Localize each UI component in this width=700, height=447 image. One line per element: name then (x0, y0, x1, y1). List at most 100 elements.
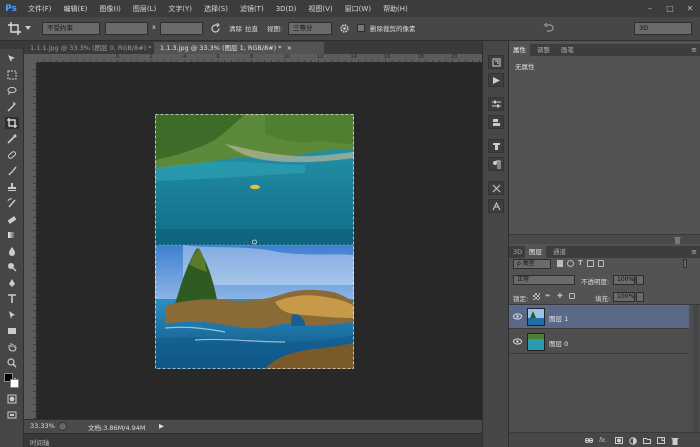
align-panel-icon[interactable] (488, 115, 504, 129)
eyedropper-tool-icon[interactable] (5, 133, 19, 145)
tab-document-2[interactable]: 1.1.3.jpg @ 33.3% (图层 1, RGB/8#) * × (154, 42, 324, 54)
lock-transparency-icon[interactable] (533, 293, 540, 300)
marquee-tool-icon[interactable] (5, 69, 19, 81)
pen-tool-icon[interactable] (5, 277, 19, 289)
filter-pixel-icon[interactable] (557, 260, 563, 267)
canvas-area[interactable] (37, 63, 482, 419)
undo-icon[interactable] (543, 22, 554, 35)
move-tool-icon[interactable] (5, 53, 19, 65)
straighten-button[interactable]: 拉直 (245, 23, 258, 33)
brush-tool-icon[interactable] (5, 165, 19, 177)
layers-scrollbar[interactable] (693, 305, 699, 433)
tool-presets-icon[interactable] (488, 181, 504, 195)
actions-panel-icon[interactable] (488, 73, 504, 87)
tab-channels[interactable]: 通道 (549, 246, 570, 258)
magic-wand-tool-icon[interactable] (5, 101, 19, 113)
menu-window[interactable]: 窗口(W) (339, 4, 377, 14)
layer-style-icon[interactable]: fx. (599, 436, 607, 444)
type-tool-icon[interactable] (5, 293, 19, 305)
filter-toggle[interactable] (683, 259, 687, 268)
screen-mode-icon[interactable] (5, 409, 19, 421)
crop-tool-icon[interactable] (8, 22, 22, 37)
add-mask-icon[interactable] (615, 437, 623, 444)
zoom-tool-icon[interactable] (5, 357, 19, 369)
history-panel-icon[interactable] (488, 55, 504, 69)
hand-tool-icon[interactable] (5, 341, 19, 353)
paragraph-panel-icon[interactable] (488, 157, 504, 171)
panel-menu-icon[interactable]: ≡ (691, 46, 697, 54)
menu-type[interactable]: 文字(Y) (162, 4, 198, 14)
filter-type-icon[interactable]: T (578, 259, 583, 267)
lasso-tool-icon[interactable] (5, 85, 19, 97)
lock-pixels-icon[interactable]: ✒ (545, 292, 551, 300)
status-options-icon[interactable] (58, 422, 67, 431)
glyphs-panel-icon[interactable] (488, 199, 504, 213)
document-image[interactable] (155, 114, 354, 369)
ruler-origin[interactable] (24, 54, 37, 63)
menu-help[interactable]: 帮助(H) (377, 4, 414, 14)
fill-slider-toggle[interactable] (636, 292, 644, 302)
ruler-horizontal[interactable]: 02468101214161820222426 (37, 54, 482, 63)
opacity-input[interactable]: 100% (613, 275, 635, 285)
ratio-width-input[interactable] (105, 22, 148, 35)
filter-shape-icon[interactable] (587, 260, 594, 267)
delete-layer-icon[interactable] (671, 437, 679, 445)
link-layers-icon[interactable] (585, 437, 593, 444)
crop-tool-icon[interactable] (5, 117, 19, 129)
menu-image[interactable]: 图像(I) (93, 4, 127, 14)
adjustment-layer-icon[interactable] (629, 437, 637, 445)
menu-layer[interactable]: 图层(L) (127, 4, 162, 14)
ratio-select[interactable]: 不受约束 (42, 22, 100, 35)
blend-mode-select[interactable]: 正常 (513, 275, 575, 285)
path-selection-tool-icon[interactable] (5, 309, 19, 321)
gradient-tool-icon[interactable] (5, 229, 19, 241)
new-layer-icon[interactable] (657, 437, 665, 444)
layer-filter-select[interactable]: ρ 类型 (513, 259, 551, 269)
chevron-down-icon[interactable] (25, 25, 31, 33)
tab-layers[interactable]: 图层 (525, 246, 546, 258)
close-icon[interactable]: ✕ (680, 4, 700, 13)
layer-row-0[interactable]: 图层 0 (509, 330, 689, 354)
rectangle-tool-icon[interactable] (5, 325, 19, 337)
clone-stamp-tool-icon[interactable] (5, 181, 19, 193)
tab-brush[interactable]: 画笔 (557, 44, 578, 56)
menu-view[interactable]: 视图(V) (302, 4, 338, 14)
lock-position-icon[interactable]: ✚ (557, 292, 563, 300)
menu-edit[interactable]: 编辑(E) (58, 4, 94, 14)
menu-3d[interactable]: 3D(D) (270, 5, 303, 13)
ratio-height-input[interactable] (160, 22, 203, 35)
eye-icon[interactable] (513, 338, 522, 345)
timeline-tab[interactable]: 时间轴 (30, 437, 50, 447)
menu-select[interactable]: 选择(S) (198, 4, 234, 14)
history-brush-tool-icon[interactable] (5, 197, 19, 209)
filter-adjustment-icon[interactable] (567, 260, 574, 267)
tab-3d[interactable]: 3D (509, 246, 526, 258)
opacity-slider-toggle[interactable] (636, 275, 644, 285)
fill-input[interactable]: 100% (613, 292, 635, 302)
minimize-icon[interactable]: – (640, 4, 660, 13)
clear-button[interactable]: 清除 (229, 23, 242, 33)
healing-brush-tool-icon[interactable] (5, 149, 19, 161)
zoom-level[interactable]: 33.33% (30, 422, 55, 430)
layer-name[interactable]: 图层 0 (549, 338, 568, 348)
tab-close-icon[interactable]: × (287, 44, 292, 52)
delete-cropped-checkbox[interactable] (357, 24, 365, 32)
eraser-tool-icon[interactable] (5, 213, 19, 225)
filter-smart-object-icon[interactable] (598, 260, 604, 267)
maximize-icon[interactable]: □ (660, 4, 680, 13)
dodge-tool-icon[interactable] (5, 261, 19, 273)
trash-icon[interactable] (674, 236, 681, 246)
layer-row-1[interactable]: 图层 1 (509, 305, 689, 329)
quick-mask-icon[interactable] (5, 393, 19, 405)
ruler-vertical[interactable] (24, 63, 37, 419)
eye-icon[interactable] (513, 313, 522, 320)
swap-icon[interactable] (210, 22, 221, 36)
lock-all-icon[interactable] (569, 293, 575, 299)
tab-properties[interactable]: 属性 (509, 44, 530, 56)
layer-name[interactable]: 图层 1 (549, 313, 568, 323)
new-group-icon[interactable] (643, 437, 651, 444)
menu-filter[interactable]: 滤镜(T) (234, 4, 270, 14)
menu-file[interactable]: 文件(F) (22, 4, 58, 14)
background-color-swatch[interactable] (10, 379, 19, 388)
view-select[interactable]: 三等分 (288, 22, 332, 35)
